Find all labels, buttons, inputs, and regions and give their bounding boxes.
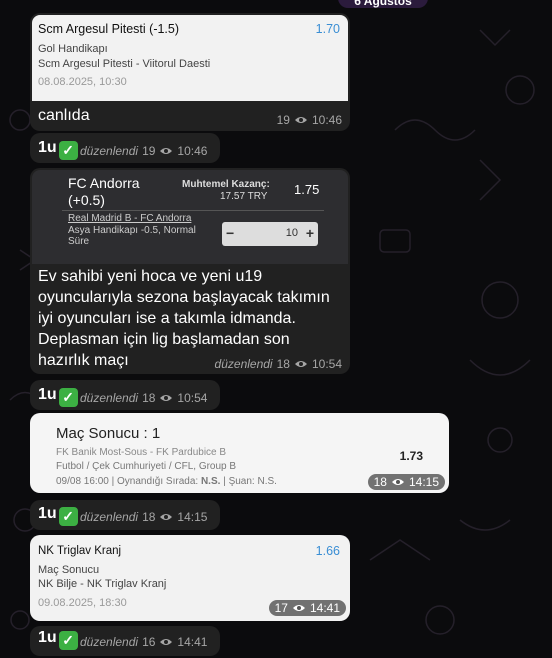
result-message-3[interactable]: 1u ✓ düzenlendi 18 14:15: [30, 500, 220, 530]
bet-slip-card[interactable]: FC Andorra (+0.5) Muhtemel Kazanç: 17.57…: [32, 170, 348, 264]
bet-date: 08.08.2025, 10:30: [38, 76, 127, 88]
stepper-plus-button[interactable]: +: [306, 225, 314, 241]
eye-icon: [391, 479, 404, 485]
message-meta: düzenlendi 18 14:15: [80, 510, 207, 524]
bet-message-1[interactable]: Scm Argesul Pitesti (-1.5) 1.70 Gol Hand…: [30, 13, 350, 131]
view-count: 19: [276, 113, 290, 127]
eye-icon: [292, 605, 305, 611]
edited-label: düzenlendi: [80, 635, 139, 649]
check-mark-icon: ✓: [58, 507, 78, 526]
view-count: 16: [142, 635, 156, 649]
message-time: 10:54: [177, 391, 208, 405]
bet-market: Asya Handikapı -0.5, Normal Süre: [68, 225, 196, 247]
footer-played-label: Oynandığı Sırada:: [117, 476, 199, 487]
eye-icon: [294, 361, 307, 367]
message-text: canlıda: [38, 107, 90, 124]
bet-match: Scm Argesul Pitesti - Viitorul Daesti: [38, 58, 211, 70]
quantity-stepper[interactable]: − 10 +: [222, 222, 318, 246]
message-meta: 19 10:46: [277, 113, 342, 127]
message-meta: düzenlendi 18 10:54: [215, 357, 342, 371]
stepper-minus-button[interactable]: −: [226, 225, 234, 241]
view-count: 18: [142, 510, 156, 524]
message-text: 1u: [38, 386, 57, 403]
bet-league: Futbol / Çek Cumhuriyeti / CFL, Group B: [56, 461, 237, 472]
footer-played-value: N.S.: [200, 476, 221, 487]
check-mark-icon: ✓: [58, 631, 78, 650]
check-mark-icon: ✓: [58, 141, 78, 160]
message-time: 10:46: [177, 144, 208, 158]
check-mark-icon: ✓: [58, 388, 78, 407]
message-meta: 17 14:41: [268, 600, 346, 616]
bet-selection: Scm Argesul Pitesti (-1.5): [38, 22, 180, 36]
edited-label: düzenlendi: [80, 391, 139, 405]
message-text: 1u: [38, 629, 57, 646]
result-message-2[interactable]: 1u ✓ düzenlendi 18 10:54: [30, 380, 220, 410]
message-meta: düzenlendi 16 14:41: [80, 635, 207, 649]
message-meta: düzenlendi 19 10:46: [80, 144, 207, 158]
eye-icon: [160, 639, 173, 645]
bet-date: 09.08.2025, 18:30: [38, 597, 127, 609]
message-text: 1u: [38, 139, 57, 156]
view-count: 18: [276, 357, 290, 371]
result-message-4[interactable]: 1u ✓ düzenlendi 16 14:41: [30, 626, 220, 656]
bet-market: Gol Handikapı: [38, 43, 108, 55]
message-time: 10:46: [311, 113, 342, 127]
message-text: 1u: [38, 505, 57, 522]
eye-icon: [160, 395, 173, 401]
edited-label: düzenlendi: [80, 144, 139, 158]
bet-odds: 1.70: [315, 22, 340, 36]
message-time: 14:15: [177, 510, 208, 524]
view-count: 18: [142, 391, 156, 405]
stepper-value[interactable]: 10: [286, 227, 298, 239]
bet-selection: NK Triglav Kranj: [38, 545, 122, 557]
view-count: 19: [142, 144, 156, 158]
result-message-1[interactable]: 1u ✓ düzenlendi 19 10:46: [30, 133, 220, 163]
message-time: 14:15: [408, 475, 439, 489]
date-separator: 6 Ağustos: [338, 0, 428, 8]
message-time: 14:41: [177, 635, 208, 649]
message-text: Ev sahibi yeni hoca ve yeni u19 oyuncula…: [38, 268, 330, 369]
bet-selection: Maç Sonucu : 1: [56, 425, 161, 442]
bet-message-4[interactable]: NK Triglav Kranj 1.66 Maç Sonucu NK Bilj…: [30, 535, 350, 621]
message-time: 14:41: [309, 601, 340, 615]
bet-slip-card[interactable]: Scm Argesul Pitesti (-1.5) 1.70 Gol Hand…: [32, 15, 348, 101]
bet-odds: 1.73: [399, 449, 423, 463]
bet-odds: 1.66: [315, 544, 340, 558]
bet-match[interactable]: Real Madrid B - FC Andorra: [68, 213, 191, 224]
view-count: 18: [373, 475, 387, 489]
view-count: 17: [274, 601, 288, 615]
bet-handicap: (+0.5): [68, 192, 105, 208]
bet-message-2[interactable]: FC Andorra (+0.5) Muhtemel Kazanç: 17.57…: [30, 168, 350, 374]
edited-label: düzenlendi: [214, 357, 273, 371]
payout-value: 17.57 TRY: [220, 191, 268, 202]
eye-icon: [160, 514, 173, 520]
payout-label: Muhtemel Kazanç:: [182, 179, 270, 190]
bet-team: FC Andorra: [68, 175, 140, 191]
eye-icon: [160, 148, 173, 154]
bet-odds: 1.75: [294, 182, 320, 197]
bet-message-3[interactable]: Maç Sonucu : 1 FK Banik Most-Sous - FK P…: [30, 413, 449, 493]
divider: [62, 210, 324, 211]
bet-match: NK Bilje - NK Triglav Kranj: [38, 578, 167, 590]
bet-market: Maç Sonucu: [38, 564, 100, 576]
footer-date: 09/08 16:00: [56, 476, 109, 487]
message-meta: 18 14:15: [367, 474, 445, 490]
bet-match: FK Banik Most-Sous - FK Pardubice B: [56, 447, 227, 458]
footer-current: Şuan: N.S.: [228, 476, 277, 487]
edited-label: düzenlendi: [80, 510, 139, 524]
message-time: 10:54: [311, 357, 342, 371]
eye-icon: [294, 117, 307, 123]
bet-footer: 09/08 16:00 | Oynandığı Sırada: N.S. | Ş…: [56, 476, 277, 487]
message-meta: düzenlendi 18 10:54: [80, 391, 207, 405]
